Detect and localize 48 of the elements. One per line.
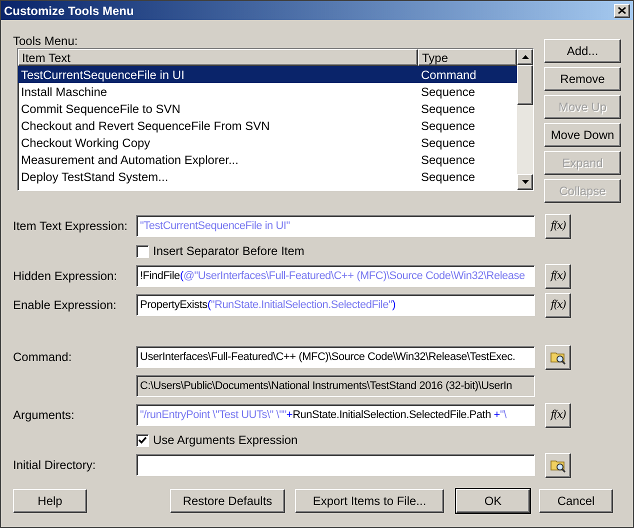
browse-button[interactable] [545, 452, 571, 478]
checkbox[interactable] [136, 244, 149, 258]
resolved-path-field: C:\Users\Public\Documents\National Instruments\TestStand 2016 (32-bit)\UserIn [136, 375, 535, 397]
column-header[interactable]: Type [418, 49, 517, 66]
list-label: Tools Menu: [13, 33, 79, 48]
text-field[interactable]: "TestCurrentSequenceFile in UI" [136, 215, 535, 237]
dialog-button[interactable]: OK [456, 489, 530, 513]
field-label: Item Text Expression: [13, 219, 128, 233]
expression-builder-button[interactable]: f(x) [545, 264, 571, 288]
close-icon [618, 7, 626, 14]
list-row[interactable]: TestCurrentSequenceFile in UI Command [18, 66, 517, 83]
list-row[interactable]: Checkout Working Copy Sequence [18, 134, 517, 151]
checkbox[interactable] [136, 434, 149, 446]
expression-builder-button[interactable]: f(x) [545, 292, 571, 318]
scroll-up-icon [522, 55, 528, 59]
list-row[interactable]: Checkout and Revert SequenceFile From SVN Sequence [18, 117, 517, 134]
checkbox-label: Insert Separator Before Item [153, 243, 304, 260]
list-row[interactable]: Commit SequenceFile to SVN Sequence [18, 100, 517, 117]
close-button[interactable] [614, 4, 630, 18]
list-row[interactable]: Measurement and Automation Explorer... Sequence [18, 151, 517, 168]
checkbox-label: Use Arguments Expression [153, 432, 298, 449]
scrollbar[interactable] [517, 49, 533, 190]
field-label: Enable Expression: [13, 298, 116, 312]
list-row[interactable]: Install Maschine Sequence [18, 83, 517, 100]
dialog-button[interactable]: Help [13, 489, 87, 513]
window-title: Customize Tools Menu [4, 2, 134, 20]
text-field[interactable]: PropertyExists("RunState.InitialSelection.SelectedFile") [136, 294, 535, 316]
checkmark-icon [138, 436, 147, 444]
text-field[interactable]: !FindFile(@"UserInterfaces\Full-Featured\C++ (MFC)\Source Code\Win32\Release [136, 265, 535, 287]
field-label: Command: [13, 350, 72, 364]
column-header[interactable]: Item Text [18, 49, 418, 66]
field-label: Initial Directory: [13, 458, 96, 472]
text-field[interactable]: UserInterfaces\Full-Featured\C++ (MFC)\Source Code\Win32\Release\TestExec. [136, 346, 535, 368]
browse-button[interactable] [545, 344, 571, 370]
side-button[interactable]: Remove [544, 67, 621, 91]
field-label: Arguments: [13, 408, 74, 422]
text-field[interactable]: "/runEntryPoint \"Test UUTs\" \""+RunState.InitialSelection.SelectedFile.Path +"\ [136, 404, 535, 426]
side-button[interactable]: Move Down [544, 123, 621, 147]
side-button[interactable]: Add... [544, 39, 621, 63]
scroll-down-icon [522, 180, 528, 184]
list-row[interactable]: Deploy TestStand System... Sequence [18, 168, 517, 185]
expression-builder-button[interactable]: f(x) [545, 214, 571, 238]
dialog-button[interactable]: Export Items to File... [295, 489, 444, 513]
text-field[interactable] [136, 454, 535, 476]
field-label: Hidden Expression: [13, 269, 118, 283]
dialog-button[interactable]: Cancel [539, 489, 613, 513]
dialog-button[interactable]: Restore Defaults [170, 489, 285, 513]
expression-builder-button[interactable]: f(x) [545, 402, 571, 428]
